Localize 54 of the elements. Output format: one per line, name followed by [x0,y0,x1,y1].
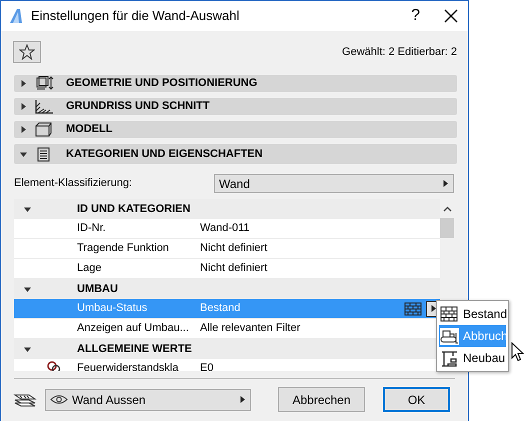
box-icon [35,122,54,137]
collapse-arrow-icon[interactable] [20,150,27,158]
scrollbar-thumb[interactable] [440,218,454,238]
property-value: Nicht definiert [200,261,268,276]
property-value: Nicht definiert [200,241,268,256]
layer-dropdown[interactable]: Wand Aussen [45,388,251,410]
eye-icon [50,394,68,405]
property-name: ID-Nr. [77,221,107,236]
submenu-arrow-icon[interactable] [430,305,436,312]
field-label: Element-Klassifizierung: [14,176,133,192]
menu-item[interactable]: Bestand [439,303,506,325]
section-header[interactable]: GEOMETRIE UND POSITIONIERUNG [14,75,457,92]
expand-arrow-icon[interactable] [20,126,27,133]
bulldozer-icon [440,328,459,344]
selection-count: Gewählt: 2 Editierbar: 2 [342,44,457,60]
collapse-arrow-icon[interactable] [24,286,31,292]
group-header[interactable]: ID UND KATEGORIEN [14,199,440,219]
property-name: Anzeigen auf Umbau... [77,321,190,336]
expand-arrow-icon[interactable] [20,103,27,110]
property-value: E0 [200,361,214,371]
star-icon [19,44,35,60]
expand-arrow-icon[interactable] [20,80,27,87]
window-title: Einstellungen für die Wand-Auswahl [31,7,240,26]
property-name: Lage [77,261,102,276]
property-name: Feuerwiderstandskla [77,361,180,371]
ok-button[interactable]: OK [383,387,450,412]
group-header[interactable]: UMBAU [14,279,440,299]
app-logo-icon [9,9,23,23]
geometry-icon [35,76,54,91]
collapse-arrow-icon[interactable] [24,346,31,352]
property-value: Alle relevanten Filter [200,321,302,336]
property-name: Umbau-Status [77,301,148,316]
close-icon[interactable] [444,9,458,23]
section-header[interactable]: GRUNDRISS UND SCHNITT [14,98,457,115]
scroll-up-icon[interactable] [442,206,452,212]
menu-item[interactable]: Neubau [439,347,506,369]
property-value: Wand-011 [200,221,251,236]
cancel-button[interactable]: Abbrechen [278,387,365,412]
property-value: Bestand [200,301,242,316]
link-icon [47,361,61,371]
section-header[interactable]: MODELL [14,121,457,138]
hatched-wall-icon [35,99,54,114]
property-name: Tragende Funktion [77,241,170,256]
section-header[interactable]: KATEGORIEN UND EIGENSCHAFTEN [14,144,457,164]
help-button[interactable]: ? [411,4,420,28]
submenu-arrow-icon[interactable] [442,180,449,187]
submenu-arrow-icon[interactable] [239,396,246,403]
brick-wall-icon [404,302,422,316]
favorites-button[interactable] [13,41,41,63]
brick-wall-icon [440,306,459,322]
crane-icon [440,350,459,366]
collapse-arrow-icon[interactable] [24,206,31,212]
mouse-pointer-icon [511,342,525,362]
classification-dropdown[interactable]: Wand [214,174,454,193]
